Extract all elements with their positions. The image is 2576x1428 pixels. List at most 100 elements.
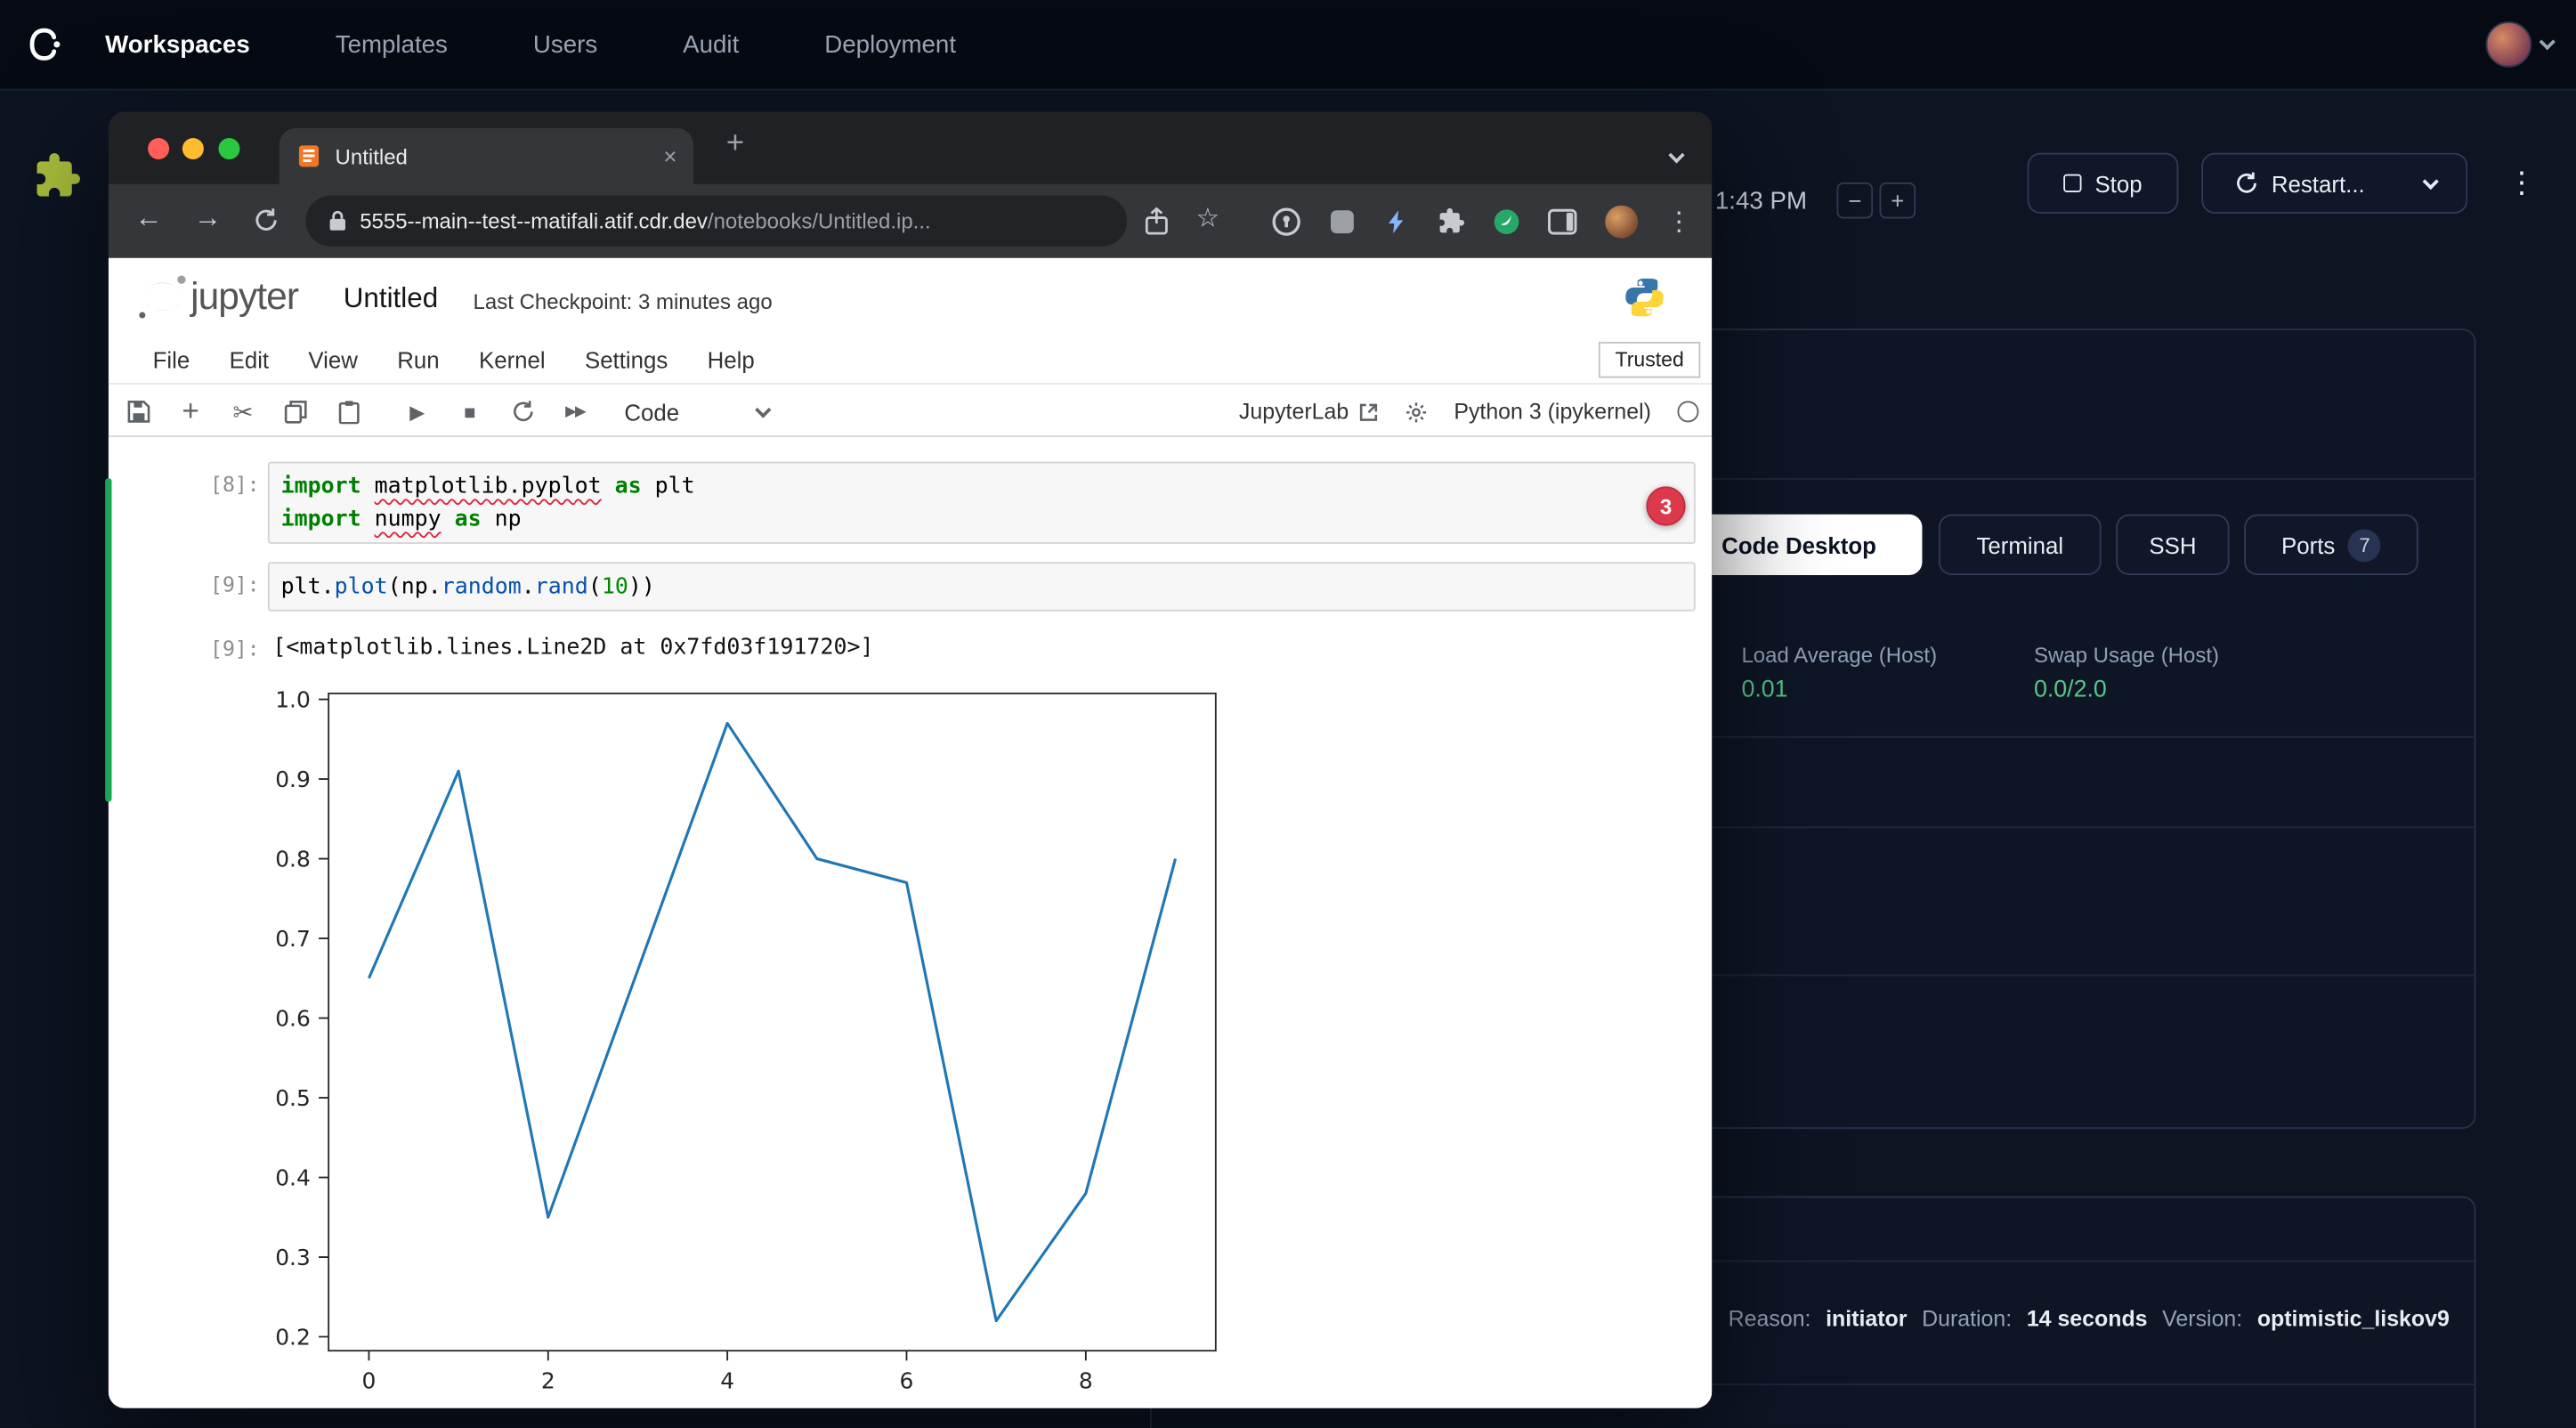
menu-file[interactable]: File — [134, 346, 210, 373]
external-link-icon — [1358, 402, 1378, 421]
gear-icon[interactable] — [1405, 400, 1428, 423]
jupyter-logo-icon[interactable] — [134, 272, 190, 330]
address-bar[interactable]: 5555--main--test--matifali.atif.cdr.dev/… — [305, 196, 1127, 247]
svg-text:8: 8 — [1079, 1368, 1093, 1394]
url-host: 5555--main--test--matifali.atif.cdr.dev — [360, 208, 708, 233]
new-tab-button[interactable]: + — [726, 126, 745, 163]
browser-menu-icon[interactable]: ⋮ — [1666, 205, 1693, 238]
svg-text:0.6: 0.6 — [275, 1005, 311, 1031]
menu-help[interactable]: Help — [687, 346, 774, 373]
decrease-time-button[interactable]: − — [1836, 183, 1873, 219]
notebook-cells: [8]: import matplotlib.pyplot as plt imp… — [109, 437, 1712, 1408]
forward-icon[interactable]: → — [194, 202, 222, 235]
cell-prompt: [9]: — [167, 572, 259, 596]
svg-text:0.5: 0.5 — [275, 1085, 311, 1111]
bookmark-star-icon[interactable]: ☆ — [1196, 202, 1219, 235]
url-path: /notebooks/Untitled.ip... — [708, 208, 931, 233]
nav-templates[interactable]: Templates — [336, 30, 448, 58]
kernel-name[interactable]: Python 3 (ipykernel) — [1454, 400, 1651, 425]
cell-input[interactable]: import matplotlib.pyplot as plt import n… — [268, 462, 1696, 544]
user-avatar[interactable] — [2486, 21, 2532, 68]
share-icon[interactable] — [1145, 207, 1168, 244]
coder-logo-icon[interactable] — [23, 23, 66, 74]
tab-search-chevron-icon[interactable] — [1671, 140, 1682, 169]
menu-settings[interactable]: Settings — [565, 346, 688, 373]
open-in-jupyterlab-link[interactable]: JupyterLab — [1239, 400, 1379, 425]
build-reason-label: Reason: — [1729, 1306, 1811, 1331]
run-cell-icon[interactable]: ▶ — [391, 385, 443, 439]
chevron-down-icon — [2540, 34, 2556, 50]
menu-run[interactable]: Run — [377, 346, 459, 373]
stop-workspace-button[interactable]: Stop — [2028, 153, 2179, 214]
workspace-menu-button[interactable]: ⋮ — [2491, 153, 2553, 214]
svg-text:0.2: 0.2 — [275, 1324, 311, 1350]
reload-icon[interactable] — [253, 207, 279, 242]
leaf-extension-icon[interactable] — [1494, 207, 1520, 234]
tab-close-icon[interactable]: × — [663, 143, 676, 170]
svg-text:0.4: 0.4 — [275, 1164, 311, 1190]
paste-cell-icon[interactable] — [322, 385, 375, 439]
app-button-code-desktop[interactable]: Code Desktop — [1676, 515, 1923, 575]
nav-users[interactable]: Users — [533, 30, 597, 58]
window-zoom-button[interactable] — [218, 138, 239, 159]
notebook-title[interactable]: Untitled — [344, 282, 438, 315]
bolt-extension-icon[interactable] — [1383, 207, 1410, 234]
browser-tab[interactable]: Untitled × — [279, 128, 693, 184]
svg-text:0.8: 0.8 — [275, 846, 311, 872]
interrupt-kernel-icon[interactable]: ■ — [443, 385, 496, 439]
extensions-puzzle-icon[interactable] — [1438, 207, 1465, 235]
notebook-header: jupyter Untitled Last Checkpoint: 3 minu… — [109, 258, 1712, 337]
extension-puzzle-icon[interactable] — [33, 151, 82, 209]
restart-kernel-icon[interactable] — [496, 385, 548, 439]
checkpoint-status: Last Checkpoint: 3 minutes ago — [474, 289, 773, 314]
restart-workspace-button[interactable]: Restart... — [2201, 153, 2397, 214]
app-button-terminal[interactable]: Terminal — [1939, 515, 2102, 575]
nav-deployment[interactable]: Deployment — [824, 30, 956, 58]
menu-edit[interactable]: Edit — [209, 346, 288, 373]
window-close-button[interactable] — [148, 138, 169, 159]
restart-options-button[interactable] — [2395, 153, 2467, 214]
svg-text:6: 6 — [900, 1368, 914, 1394]
lock-icon — [328, 210, 346, 231]
run-all-icon[interactable]: ▶▶ — [548, 385, 601, 439]
window-minimize-button[interactable] — [182, 138, 204, 159]
copy-cell-icon[interactable] — [270, 385, 322, 439]
password-manager-extension-icon[interactable] — [1272, 207, 1301, 236]
svg-text:0.3: 0.3 — [275, 1245, 311, 1270]
cell-input[interactable]: plt.plot(np.random.rand(10)) — [268, 562, 1696, 611]
notification-badge[interactable]: 3 — [1646, 486, 1685, 525]
svg-text:0.9: 0.9 — [275, 767, 311, 792]
app-button-ssh[interactable]: SSH — [2116, 515, 2229, 575]
cell-prompt: [8]: — [167, 472, 259, 497]
stat-load-value: 0.01 — [1741, 677, 1787, 703]
svg-text:0.7: 0.7 — [275, 926, 311, 952]
back-icon[interactable]: ← — [134, 202, 162, 235]
app-button-ports[interactable]: Ports 7 — [2244, 515, 2418, 575]
nav-workspaces[interactable]: Workspaces — [105, 30, 250, 58]
stop-icon — [2063, 174, 2081, 192]
browser-profile-avatar[interactable] — [1605, 205, 1638, 238]
cut-cell-icon[interactable]: ✂ — [217, 385, 270, 439]
kernel-status-indicator — [1677, 401, 1698, 422]
build-duration-value: 14 seconds — [2027, 1306, 2148, 1331]
trusted-badge[interactable]: Trusted — [1599, 342, 1700, 378]
svg-text:1.0: 1.0 — [275, 686, 311, 712]
menu-kernel[interactable]: Kernel — [459, 346, 565, 373]
extension-icons: ⋮ — [1272, 184, 1692, 258]
extension-icon[interactable] — [1329, 207, 1356, 234]
browser-window: Untitled × + ← → 5555--main--test--matif… — [109, 112, 1712, 1408]
cell-type-dropdown[interactable]: Code — [612, 385, 782, 439]
menu-view[interactable]: View — [288, 346, 377, 373]
side-panel-icon[interactable] — [1548, 207, 1577, 234]
stat-swap-value: 0.0/2.0 — [2034, 677, 2107, 703]
save-icon[interactable] — [112, 385, 165, 439]
increase-time-button[interactable]: + — [1879, 183, 1916, 219]
accent-bar — [105, 478, 111, 802]
nav-audit[interactable]: Audit — [683, 30, 739, 58]
build-metadata: Reason:initiator Duration:14 seconds Ver… — [1729, 1306, 2450, 1331]
user-menu[interactable] — [2486, 21, 2554, 68]
add-cell-icon[interactable]: + — [165, 385, 217, 439]
build-version-value: optimistic_liskov9 — [2257, 1306, 2450, 1331]
schedule-time: 1:43 PM — [1715, 187, 1807, 215]
svg-text:2: 2 — [541, 1368, 555, 1394]
